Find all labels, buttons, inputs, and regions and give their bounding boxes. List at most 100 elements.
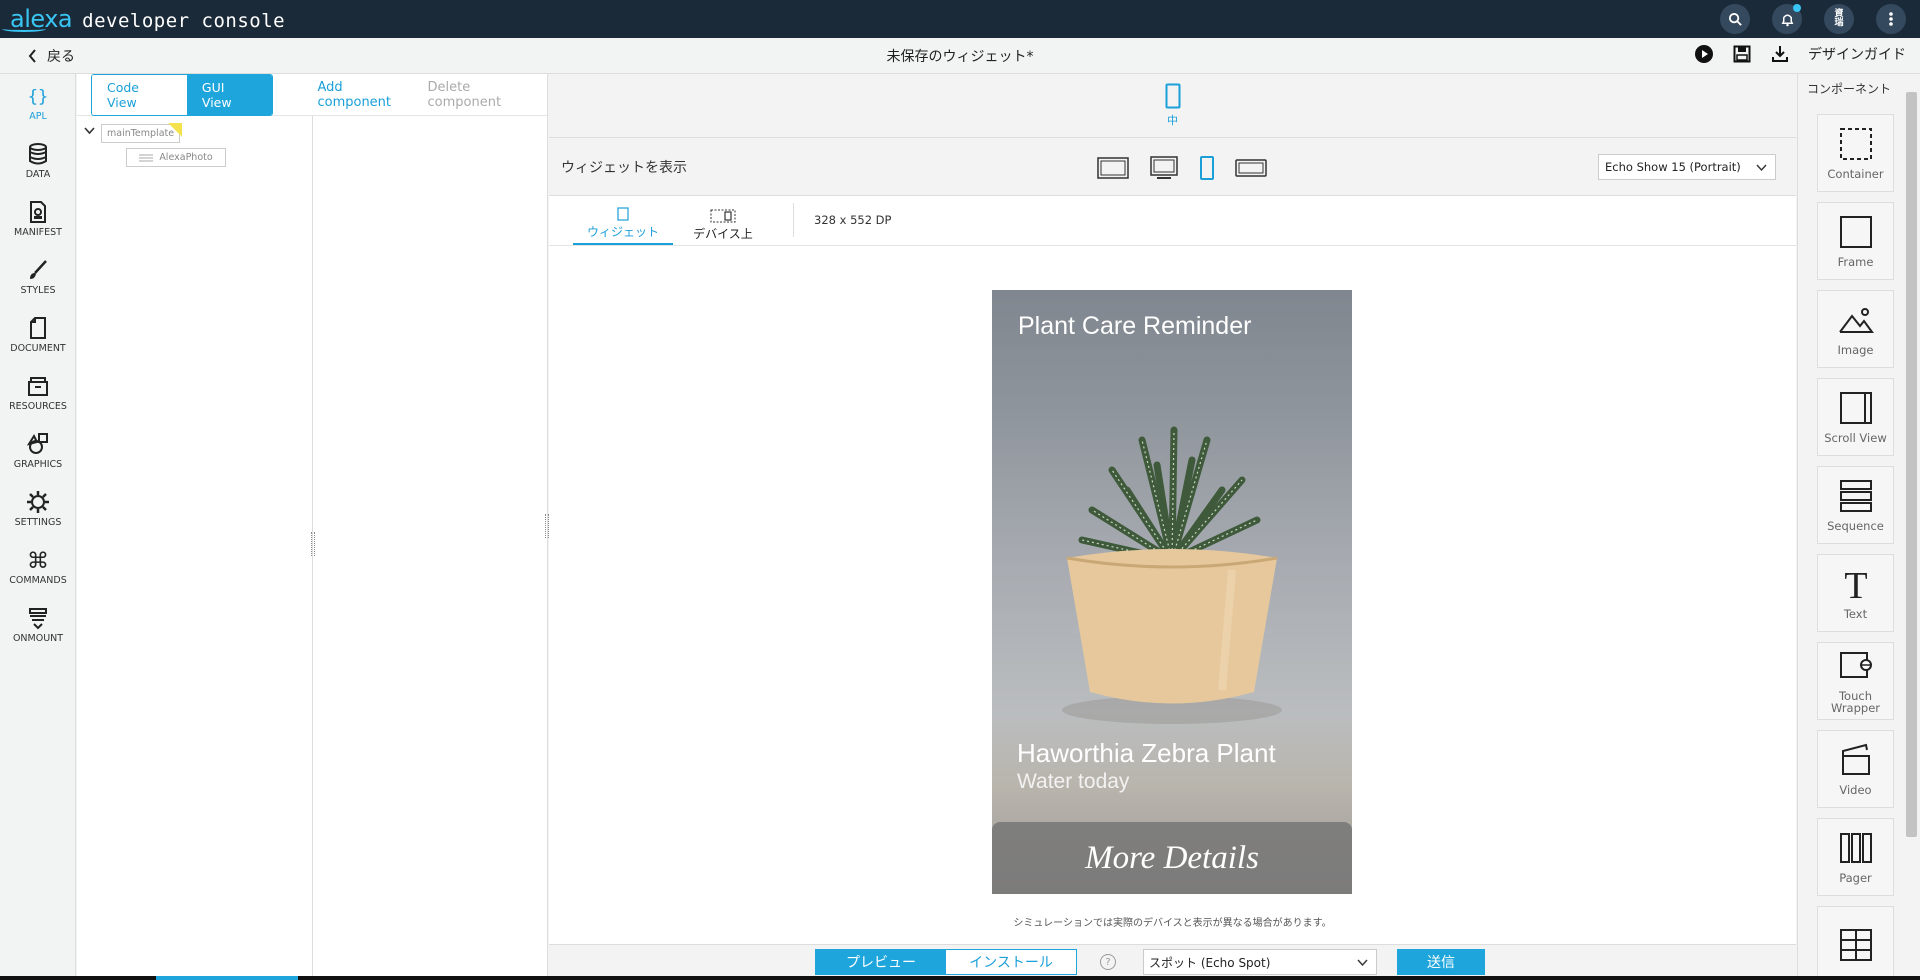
chevron-down-icon[interactable]: [84, 127, 95, 138]
component-touch-wrapper[interactable]: Touch Wrapper: [1817, 642, 1894, 720]
brush-icon: [30, 260, 47, 279]
design-guide-link[interactable]: デザインガイド: [1808, 44, 1906, 64]
nav-data[interactable]: DATA: [0, 132, 76, 190]
widget-preview: Plant Care Reminder Haworthia Zebra Plan…: [992, 290, 1352, 894]
chevron-down-icon: [1357, 959, 1368, 966]
component-grid-sequence[interactable]: [1817, 906, 1894, 980]
nav-settings[interactable]: SETTINGS: [0, 480, 76, 538]
component-container[interactable]: Container: [1817, 114, 1894, 192]
help-icon[interactable]: ?: [1100, 954, 1116, 970]
component-label: Text: [1843, 607, 1868, 621]
tree-node-main-template[interactable]: mainTemplate: [101, 123, 183, 143]
tv-landscape-icon[interactable]: [1097, 156, 1129, 180]
bell-icon: [1781, 14, 1793, 26]
component-video[interactable]: Video: [1817, 730, 1894, 808]
tab-widget[interactable]: ウィジェット: [573, 207, 673, 245]
nav-document[interactable]: DOCUMENT: [0, 306, 76, 364]
component-label: Sequence: [1827, 519, 1884, 533]
save-button[interactable]: [1732, 44, 1752, 64]
more-menu-button[interactable]: [1876, 4, 1906, 34]
node-label: mainTemplate: [107, 128, 175, 139]
add-component-link[interactable]: Add component: [317, 80, 419, 110]
component-scroll-view[interactable]: Scroll View: [1817, 378, 1894, 456]
tree-node-alexa-photo[interactable]: AlexaPhoto: [126, 148, 226, 167]
simulation-disclaimer: シミュレーションでは実際のデバイスと表示が異なる場合があります。: [1013, 918, 1332, 929]
logo-console-text: developer console: [82, 10, 286, 32]
nav-apl[interactable]: {} APL: [0, 74, 76, 132]
notification-dot: [1793, 4, 1801, 12]
nav-onmount[interactable]: ONMOUNT: [0, 596, 76, 654]
svg-text:⌘: ⌘: [27, 549, 49, 572]
send-button[interactable]: 送信: [1397, 949, 1485, 975]
touch-wrapper-icon: [1839, 652, 1872, 678]
component-pager[interactable]: Pager: [1817, 818, 1894, 896]
nav-label: DOCUMENT: [10, 343, 66, 354]
shapes-icon: [26, 433, 48, 454]
nav-label: APL: [29, 111, 47, 122]
container-icon: [1839, 128, 1872, 160]
page-title: 未保存のウィジェット*: [886, 48, 1034, 65]
phone-portrait-selected-icon[interactable]: [1199, 156, 1215, 180]
nav-resources[interactable]: RESOURCES: [0, 364, 76, 422]
box-icon: [28, 377, 48, 396]
account-avatar-button[interactable]: 資瑞: [1824, 4, 1854, 34]
save-icon: [1733, 45, 1751, 63]
component-sequence[interactable]: Sequence: [1817, 466, 1894, 544]
device-select[interactable]: Echo Show 15 (Portrait): [1598, 154, 1776, 180]
phone-portrait-icon: [1165, 83, 1180, 109]
target-device-select[interactable]: スポット (Echo Spot): [1143, 949, 1377, 975]
component-label: Touch Wrapper: [1830, 689, 1881, 715]
delete-component-link[interactable]: Delete component: [428, 80, 547, 110]
alexa-logo[interactable]: alexa developer console: [2, 5, 286, 33]
nav-styles[interactable]: STYLES: [0, 248, 76, 306]
bottom-bar: プレビュー インストール ? スポット (Echo Spot) 送信: [549, 944, 1796, 980]
size-label: 中: [1167, 114, 1178, 127]
code-view-tab[interactable]: Code View: [92, 74, 187, 115]
avatar-text: 資瑞: [1834, 9, 1844, 28]
panel-resize-handle[interactable]: [311, 532, 315, 556]
tab-on-device[interactable]: デバイス上: [673, 209, 773, 245]
search-button[interactable]: [1720, 4, 1750, 34]
back-button[interactable]: 戻る: [28, 46, 75, 66]
download-button[interactable]: [1770, 44, 1790, 64]
sub-bar: 戻る 未保存のウィジェット* デザインガイド: [0, 38, 1920, 74]
nav-label: ONMOUNT: [12, 633, 64, 644]
target-device-value: スポット (Echo Spot): [1149, 955, 1271, 970]
more-details-button[interactable]: More Details: [992, 822, 1352, 894]
nav-label: GRAPHICS: [13, 459, 63, 470]
component-text[interactable]: T Text: [1817, 554, 1894, 632]
monitor-icon[interactable]: [1149, 156, 1179, 180]
plant-name: Haworthia Zebra Plant: [1017, 738, 1276, 768]
install-tab[interactable]: インストール: [946, 950, 1076, 974]
taskbar-strip: [0, 976, 1920, 980]
tablet-landscape-icon[interactable]: [1235, 158, 1267, 178]
grid-sequence-icon: [1839, 929, 1872, 961]
left-nav: {} APL DATA MANIFEST STYLES DOCUMENT RES…: [0, 74, 76, 980]
play-button[interactable]: [1694, 44, 1714, 64]
gui-view-tab[interactable]: GUI View: [186, 74, 273, 115]
preview-tab[interactable]: プレビュー: [816, 950, 946, 974]
widget-title: Plant Care Reminder: [1018, 312, 1252, 340]
notifications-button[interactable]: [1772, 4, 1802, 34]
document-icon: [30, 317, 46, 339]
nav-commands[interactable]: ⌘ COMMANDS: [0, 538, 76, 596]
preview-install-toggle: プレビュー インストール: [815, 949, 1077, 975]
nav-graphics[interactable]: GRAPHICS: [0, 422, 76, 480]
nav-label: COMMANDS: [9, 575, 67, 586]
component-frame[interactable]: Frame: [1817, 202, 1894, 280]
component-image[interactable]: Image: [1817, 290, 1894, 368]
tab-label: ウィジェット: [586, 225, 659, 239]
node-label: AlexaPhoto: [159, 152, 213, 163]
components-scrollbar[interactable]: [1906, 92, 1917, 837]
nav-manifest[interactable]: MANIFEST: [0, 190, 76, 248]
size-selector[interactable]: 中: [549, 74, 1796, 138]
stack-icon: [29, 608, 47, 630]
frame-icon: [1839, 216, 1872, 248]
command-icon: ⌘: [27, 549, 49, 572]
nav-label: STYLES: [20, 285, 56, 296]
top-right-actions: 資瑞: [1720, 4, 1906, 34]
image-icon: [1838, 308, 1874, 333]
tree-actions: Add component Delete component: [317, 80, 547, 110]
view-title: ウィジェットを表示: [561, 159, 687, 176]
gear-icon: [27, 491, 49, 513]
